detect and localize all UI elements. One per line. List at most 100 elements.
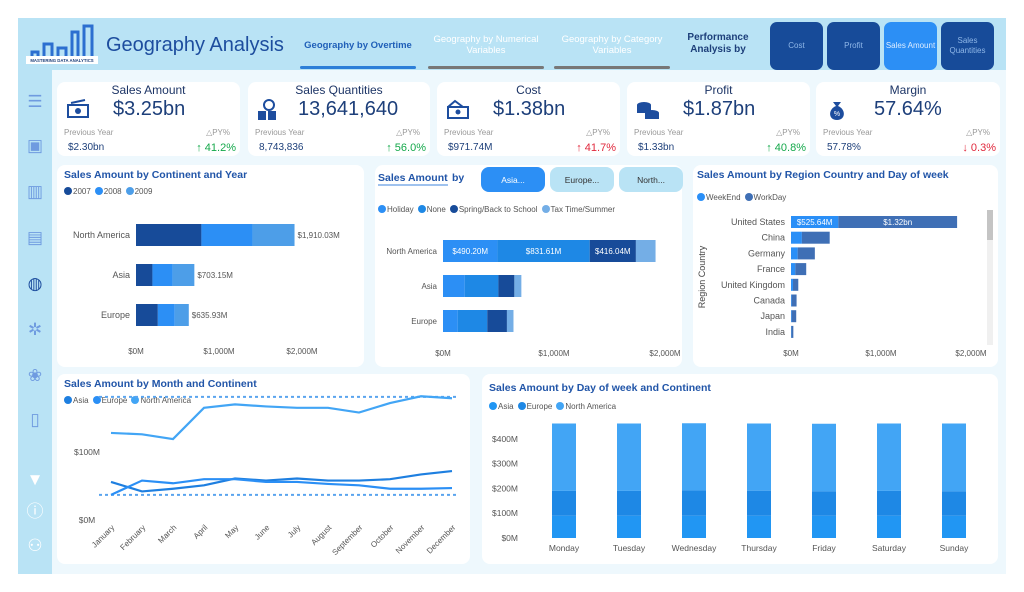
sales-quantities-button[interactable]: Sales Quantities — [941, 22, 994, 70]
bar-segment — [464, 275, 499, 297]
x-tick-label: January — [90, 523, 116, 549]
category-label: Asia — [421, 282, 437, 291]
bar-segment — [791, 310, 792, 323]
day-continent-chart: $0M $100M $200M $300M $400M Monday Tuesday Wedn… — [492, 423, 969, 553]
bar-segment — [791, 294, 797, 307]
previous-year-value: $2.30bn — [68, 142, 105, 153]
category-label: France — [757, 264, 785, 274]
tab-indicator — [300, 66, 416, 69]
kpi-value: $1.38bn — [493, 98, 566, 120]
filter-icon[interactable]: ▼ — [25, 470, 45, 490]
menu-icon[interactable]: ☰ — [25, 92, 45, 112]
x-tick-label: $2,000M — [286, 347, 317, 356]
delta-py-label: △PY% — [586, 128, 610, 137]
x-tick-label: June — [253, 523, 272, 542]
region-country-card: Sales Amount by Region Country and Day o… — [693, 165, 998, 367]
bar-segment — [747, 515, 771, 538]
kpi-card-sales-amount: Sales Amount $3.25bn Previous Year △PY% … — [57, 82, 240, 156]
bar-segment — [942, 515, 966, 538]
circles-icon[interactable]: ❀ — [25, 366, 45, 386]
header: MASTERING DATA ANALYTICS Geography Analy… — [18, 18, 1006, 70]
category-label: North America — [386, 247, 437, 256]
x-tick-label: Tuesday — [613, 543, 646, 553]
x-tick-label: $2,000M — [955, 349, 986, 358]
tab-geography-by-numerical[interactable]: Geography by Numerical Variables — [428, 34, 544, 56]
svg-text:%: % — [834, 111, 840, 118]
x-tick-label: $0M — [128, 347, 144, 356]
delta-py-value: ↑ 41.7% — [576, 142, 616, 154]
bar-chart-icon[interactable]: ▥ — [25, 182, 45, 202]
x-tick-label: April — [192, 523, 210, 541]
bar-segment — [791, 247, 798, 260]
delta-py-value: ↑ 56.0% — [386, 142, 426, 154]
x-tick-label: September — [330, 523, 364, 557]
bar-segment — [617, 490, 641, 516]
delta-py-label: △PY% — [966, 128, 990, 137]
bar-segment — [152, 264, 173, 286]
category-label: Germany — [748, 248, 786, 258]
bar-segment — [877, 490, 901, 516]
kpi-title: Margin — [889, 83, 927, 97]
bar-segment — [136, 224, 202, 246]
profit-button[interactable]: Profit — [827, 22, 880, 70]
region-country-chart: United States $525.64M $1.32bn China Germany… — [697, 216, 987, 358]
y-tick-label: $0M — [79, 515, 96, 525]
bar-segment — [443, 275, 465, 297]
kpi-value: 57.64% — [874, 98, 942, 120]
continent-year-card: Sales Amount by Continent and Year 2007 2… — [57, 165, 364, 367]
bar-segment — [552, 515, 576, 538]
bar-segment — [942, 423, 966, 492]
bar-segment — [795, 263, 807, 276]
tab-geography-by-overtime[interactable]: Geography by Overtime — [300, 40, 416, 51]
tab-geography-by-category[interactable]: Geography by Category Variables — [554, 34, 670, 56]
bar-segment — [792, 278, 799, 291]
delta-py-label: △PY% — [206, 128, 230, 137]
x-tick-label: $1,000M — [203, 347, 234, 356]
store-icon[interactable]: ▤ — [25, 228, 45, 248]
x-tick-label: Thursday — [741, 543, 777, 553]
bar-segment — [617, 423, 641, 491]
globe-icon[interactable]: ◍ — [25, 274, 45, 294]
category-label: Europe — [101, 310, 130, 320]
bar-segment — [252, 224, 295, 246]
bar-segment — [514, 275, 522, 297]
bar-segment — [791, 310, 797, 323]
scrollbar[interactable] — [987, 210, 993, 345]
bar-segment — [201, 224, 253, 246]
x-tick-label: November — [394, 523, 427, 556]
y-tick-label: $0M — [501, 533, 518, 543]
presentation-icon[interactable]: ▣ — [25, 136, 45, 156]
category-label: Asia — [112, 270, 130, 280]
bar-segment — [812, 515, 836, 538]
month-continent-chart: $0M $100M January February March April May June… — [74, 395, 459, 557]
bar-segment — [506, 310, 514, 332]
info-icon[interactable]: ⓘ — [25, 502, 45, 522]
cost-button[interactable]: Cost — [770, 22, 823, 70]
bar-segment — [552, 490, 576, 516]
x-tick-label: $0M — [435, 349, 451, 358]
network-icon[interactable]: ✲ — [25, 320, 45, 340]
x-tick-label: $0M — [783, 349, 799, 358]
clipboard-icon[interactable]: ▯ — [25, 410, 45, 430]
bar-segment — [172, 264, 195, 286]
x-tick-label: $1,000M — [865, 349, 896, 358]
kpi-card-margin: Margin % 57.64% Previous Year △PY% 57.78… — [816, 82, 1000, 156]
bar-segment — [942, 491, 966, 516]
y-tick-label: $200M — [492, 483, 518, 493]
bar-segment — [136, 304, 158, 326]
kpi-title: Cost — [516, 83, 541, 97]
bar-segment — [791, 263, 796, 276]
continent-year-chart: North America $1,910.03M Asia $703.15M Europ… — [73, 224, 340, 356]
previous-year-value: $971.74M — [448, 142, 493, 153]
svg-text:MASTERING DATA ANALYTICS: MASTERING DATA ANALYTICS — [30, 58, 93, 63]
kpi-value: 13,641,640 — [298, 98, 399, 120]
kpi-value: $3.25bn — [113, 98, 186, 120]
delta-py-label: △PY% — [776, 128, 800, 137]
boxes-search-icon — [258, 99, 276, 120]
users-icon[interactable]: ⚇ — [25, 536, 45, 556]
bar-segment — [157, 304, 175, 326]
delta-py-label: △PY% — [396, 128, 420, 137]
sales-amount-button[interactable]: Sales Amount — [884, 22, 937, 70]
bar-segment — [498, 275, 515, 297]
bar-segment — [747, 423, 771, 491]
